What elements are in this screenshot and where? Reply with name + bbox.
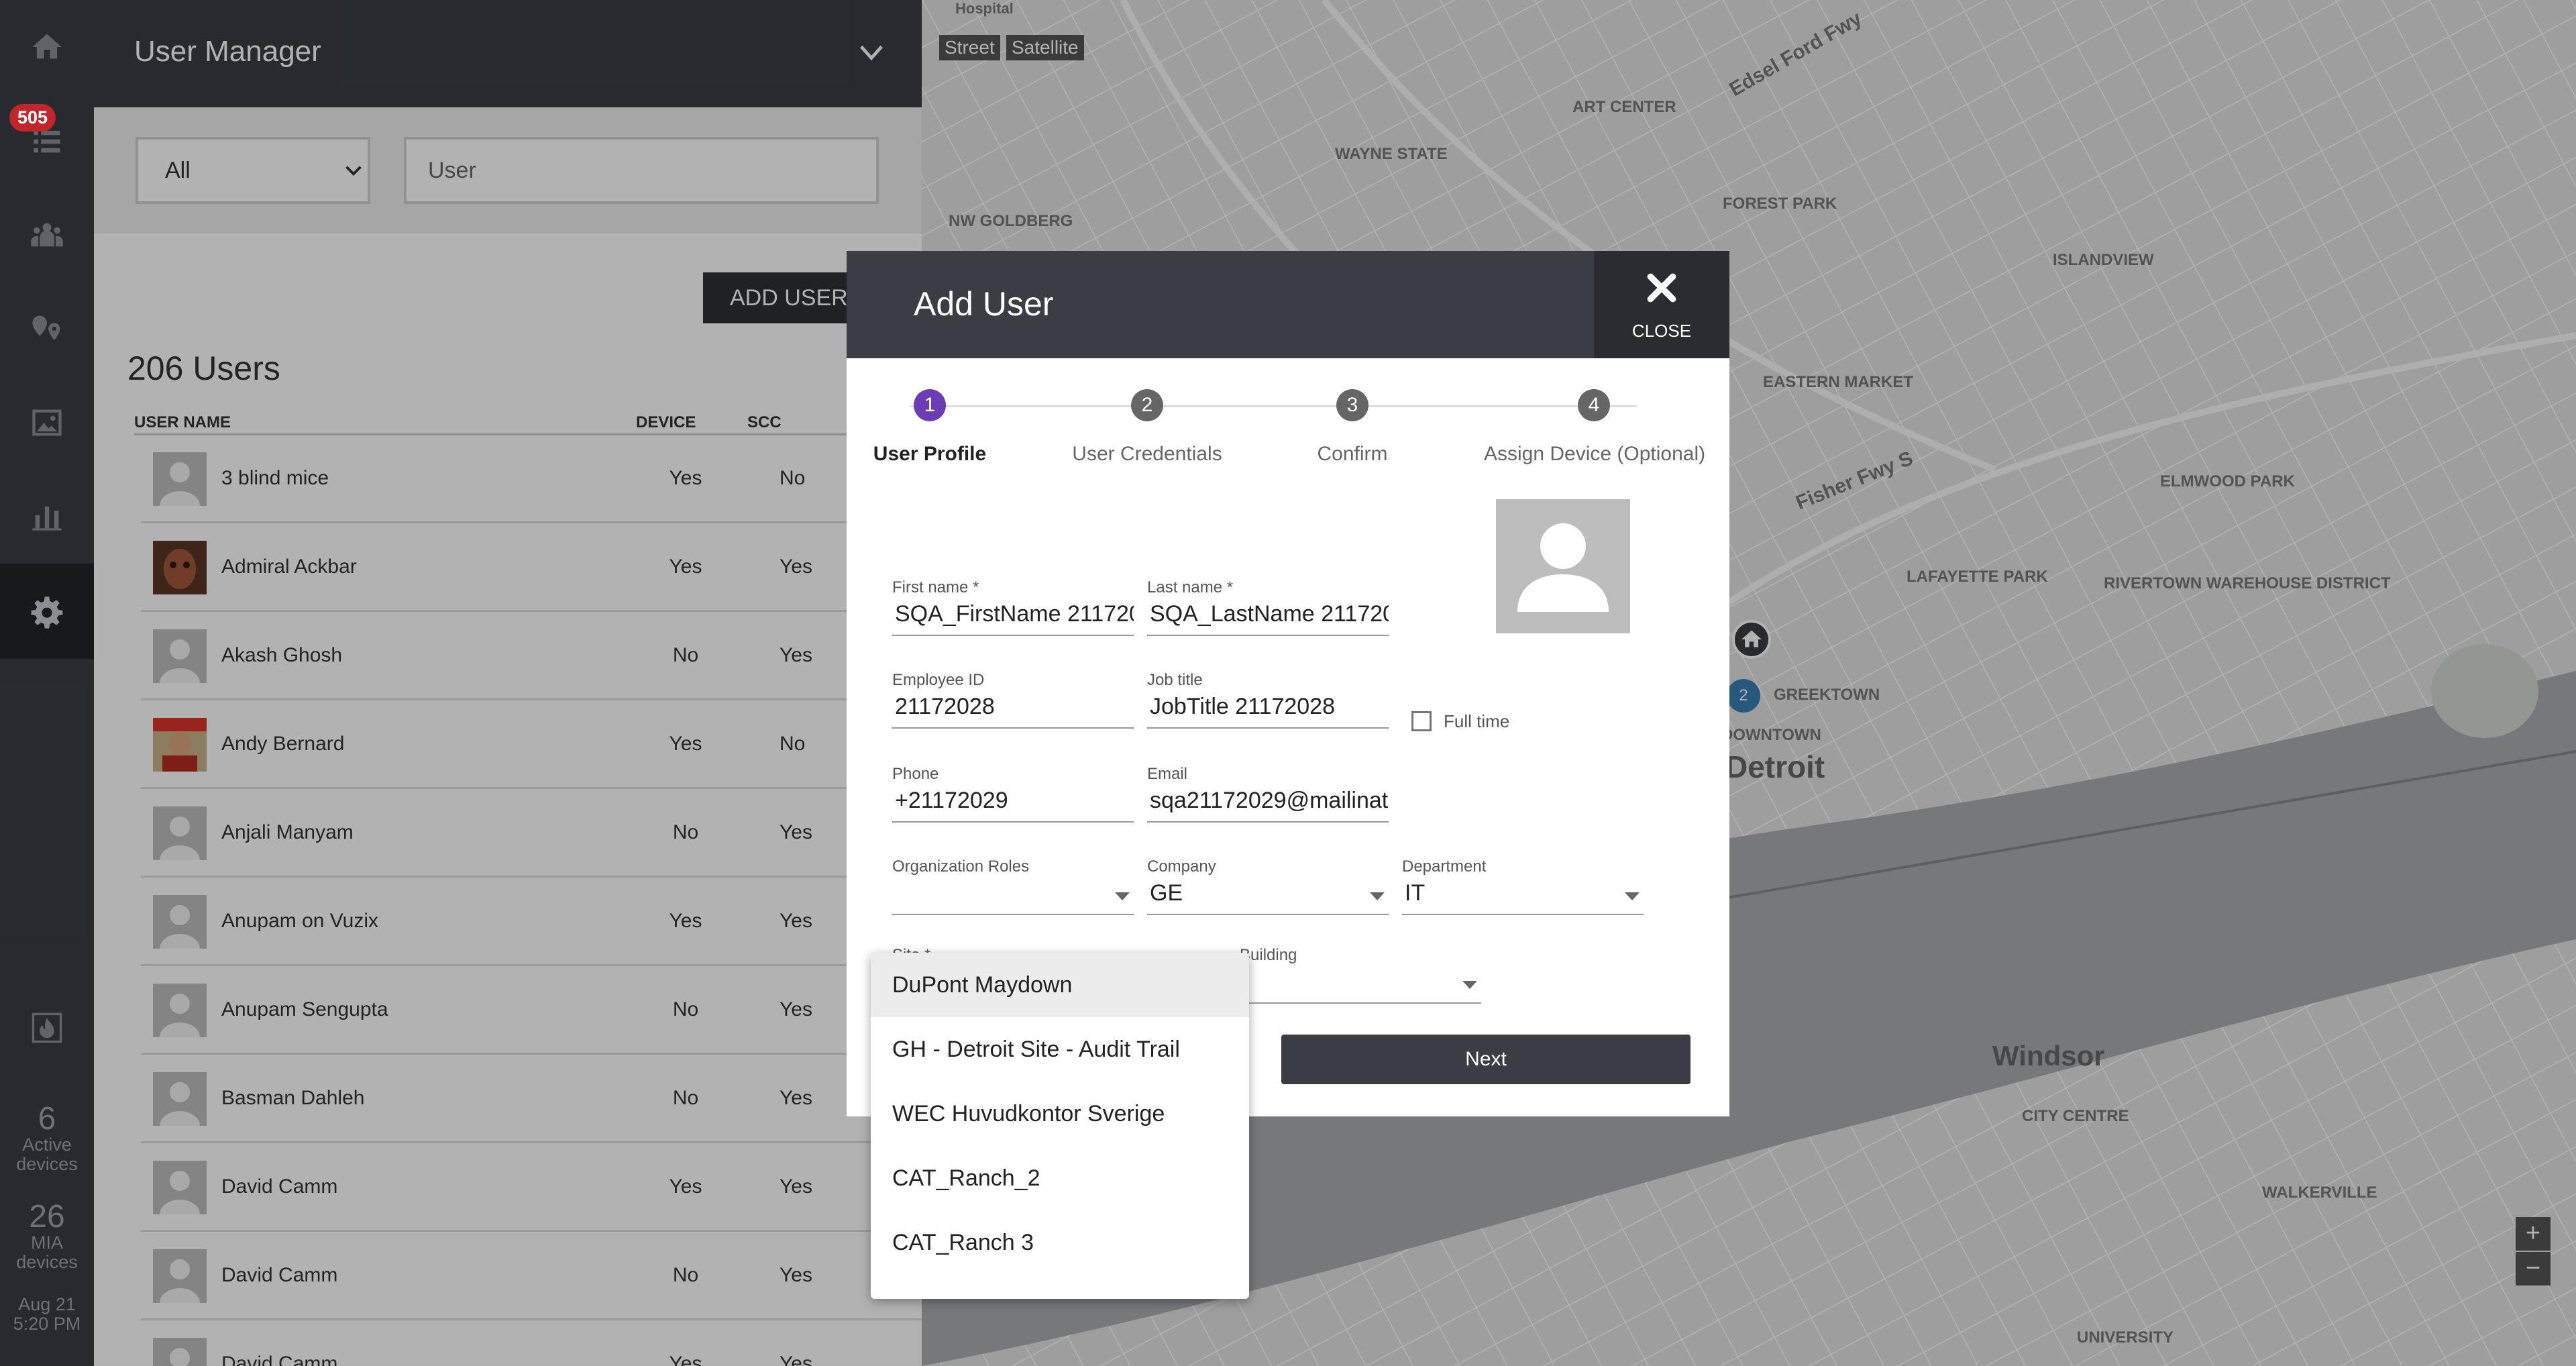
company-select[interactable]: Company GE: [1147, 857, 1389, 918]
first-name-value: SQA_FirstName 21172028: [895, 601, 1134, 627]
email-label: Email: [1147, 765, 1188, 783]
department-select[interactable]: Department IT: [1402, 857, 1644, 918]
email-value: sqa21172029@mailinator.com: [1150, 788, 1389, 813]
site-option[interactable]: DuPont Maydown: [871, 953, 1249, 1017]
profile-photo-upload[interactable]: [1496, 499, 1630, 633]
step-4-circle[interactable]: 4: [1578, 389, 1610, 421]
phone-field[interactable]: Phone +21172029: [892, 765, 1134, 825]
department-label: Department: [1402, 857, 1487, 876]
phone-label: Phone: [892, 765, 939, 783]
dropdown-arrow-icon: [1625, 892, 1640, 900]
job-title-label: Job title: [1147, 671, 1203, 689]
close-label: CLOSE: [1631, 321, 1692, 341]
step-3-label: Confirm: [1317, 443, 1388, 465]
job-title-field[interactable]: Job title JobTitle 21172028: [1147, 671, 1389, 731]
field-underline: [892, 635, 1134, 636]
first-name-label: First name *: [892, 578, 979, 596]
first-name-field[interactable]: First name * SQA_FirstName 21172028: [892, 578, 1134, 639]
phone-value: +21172029: [895, 788, 1008, 813]
step-1-circle[interactable]: 1: [914, 389, 946, 421]
organization-roles-label: Organization Roles: [892, 857, 1030, 876]
department-value: IT: [1405, 880, 1426, 906]
step-2-circle[interactable]: 2: [1131, 389, 1163, 421]
dropdown-arrow-icon: [1370, 892, 1385, 900]
field-underline: [892, 914, 1134, 915]
last-name-field[interactable]: Last name * SQA_LastName 21172028: [1147, 578, 1389, 639]
modal-title: Add User: [914, 285, 1054, 323]
field-underline: [1147, 727, 1389, 729]
company-label: Company: [1147, 857, 1216, 876]
full-time-label: Full time: [1444, 711, 1510, 731]
notification-badge: 505: [9, 104, 56, 132]
employee-id-label: Employee ID: [892, 671, 985, 689]
close-icon: [1647, 273, 1676, 303]
site-dropdown-menu: DuPont Maydown GH - Detroit Site - Audit…: [871, 953, 1249, 1299]
stepper-track: [910, 405, 1637, 407]
step-4-label: Assign Device (Optional): [1484, 443, 1706, 465]
field-underline: [1147, 635, 1389, 636]
step-2-label: User Credentials: [1072, 443, 1222, 465]
user-placeholder-icon: [1517, 523, 1609, 612]
step-1-label: User Profile: [873, 443, 987, 465]
employee-id-field[interactable]: Employee ID 21172028: [892, 671, 1134, 731]
field-underline: [892, 727, 1134, 729]
site-option[interactable]: WEC Huvudkontor Sverige: [871, 1082, 1249, 1146]
field-underline: [1147, 914, 1389, 915]
field-underline: [892, 821, 1134, 823]
company-value: GE: [1150, 880, 1183, 906]
full-time-checkbox[interactable]: [1411, 711, 1432, 731]
site-option[interactable]: CAT_Ranch_2: [871, 1146, 1249, 1210]
site-option[interactable]: CAT_Ranch 3: [871, 1210, 1249, 1275]
dropdown-arrow-icon: [1462, 981, 1477, 989]
organization-roles-select[interactable]: Organization Roles: [892, 857, 1134, 918]
last-name-value: SQA_LastName 21172028: [1150, 601, 1389, 627]
field-underline: [1402, 914, 1644, 915]
employee-id-value: 21172028: [895, 694, 995, 719]
last-name-label: Last name *: [1147, 578, 1234, 596]
building-select[interactable]: Building: [1240, 946, 1481, 1006]
step-3-circle[interactable]: 3: [1336, 389, 1368, 421]
dropdown-arrow-icon: [1115, 892, 1130, 900]
site-option[interactable]: GH - Detroit Site - Audit Trail: [871, 1017, 1249, 1082]
job-title-value: JobTitle 21172028: [1150, 694, 1335, 719]
modal-header: Add User CLOSE: [847, 251, 1729, 358]
next-button[interactable]: Next: [1281, 1035, 1690, 1084]
field-underline: [1240, 1002, 1481, 1004]
close-button[interactable]: CLOSE: [1594, 251, 1729, 358]
field-underline: [1147, 821, 1389, 823]
email-field[interactable]: Email sqa21172029@mailinator.com: [1147, 765, 1389, 825]
